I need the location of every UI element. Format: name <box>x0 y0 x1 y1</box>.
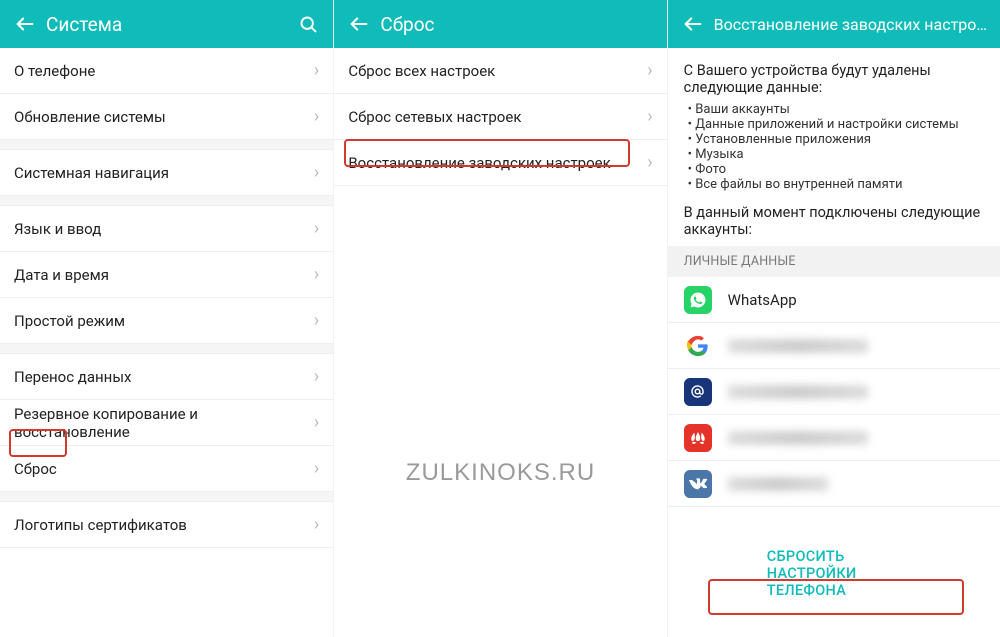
list-item-nav[interactable]: Системная навигация› <box>0 150 333 196</box>
divider <box>0 140 333 150</box>
list-item-update[interactable]: Обновление системы› <box>0 94 333 140</box>
list: О телефоне› Обновление системы› Системна… <box>0 48 333 637</box>
divider <box>0 344 333 354</box>
list-item-reset[interactable]: Сброс› <box>0 446 333 492</box>
appbar: Восстановление заводских настроек <box>668 0 1000 48</box>
pane-reset: Сброс Сброс всех настроек› Сброс сетевых… <box>333 0 666 637</box>
account-row-whatsapp[interactable]: WhatsApp <box>668 277 1000 323</box>
pane-factory-reset: Восстановление заводских настроек С Ваше… <box>667 0 1000 637</box>
account-name: WhatsApp <box>728 291 797 309</box>
back-button[interactable] <box>676 13 710 35</box>
back-button[interactable] <box>8 13 42 35</box>
list-item-reset-net[interactable]: Сброс сетевых настроек› <box>334 94 666 140</box>
account-name-blurred <box>728 477 828 491</box>
account-row-email[interactable] <box>668 369 1000 415</box>
chevron-right-icon: › <box>314 218 319 239</box>
bullet-list: Ваши аккаунты Данные приложений и настро… <box>684 102 984 192</box>
account-name-blurred <box>728 431 868 445</box>
chevron-right-icon: › <box>647 152 652 173</box>
chevron-right-icon: › <box>314 458 319 479</box>
account-row-vk[interactable] <box>668 461 1000 507</box>
section-header: ЛИЧНЫЕ ДАННЫЕ <box>668 246 1000 277</box>
bullet: Данные приложений и настройки системы <box>688 117 984 132</box>
warning-text: С Вашего устройства будут удалены следую… <box>668 48 1000 246</box>
list-item-simple[interactable]: Простой режим› <box>0 298 333 344</box>
chevron-right-icon: › <box>647 106 652 127</box>
search-icon <box>298 14 319 35</box>
list: Сброс всех настроек› Сброс сетевых настр… <box>334 48 666 637</box>
divider <box>0 196 333 206</box>
huawei-icon <box>684 424 712 452</box>
list-item-reset-all[interactable]: Сброс всех настроек› <box>334 48 666 94</box>
list-item-lang[interactable]: Язык и ввод› <box>0 206 333 252</box>
reset-phone-button[interactable]: СБРОСИТЬ НАСТРОЙКИ ТЕЛЕФОНА <box>751 538 917 609</box>
chevron-right-icon: › <box>314 412 319 433</box>
back-icon <box>14 13 36 35</box>
google-icon <box>684 332 712 360</box>
list-item-datetime[interactable]: Дата и время› <box>0 252 333 298</box>
list-item-factory-reset[interactable]: Восстановление заводских настроек› <box>334 140 666 186</box>
chevron-right-icon: › <box>314 106 319 127</box>
sub-text: В данный момент подключены следующие акк… <box>684 204 984 238</box>
list-item-backup[interactable]: Резервное копирование и восстановление› <box>0 400 333 446</box>
list-item-about[interactable]: О телефоне› <box>0 48 333 94</box>
watermark: ZULKINOKS.RU <box>406 459 595 487</box>
bullet: Установленные приложения <box>688 132 984 147</box>
at-icon <box>684 378 712 406</box>
bullet: Ваши аккаунты <box>688 102 984 117</box>
appbar: Система <box>0 0 333 48</box>
pane-system: Система О телефоне› Обновление системы› … <box>0 0 333 637</box>
chevron-right-icon: › <box>314 514 319 535</box>
search-button[interactable] <box>291 14 325 35</box>
page-title: Восстановление заводских настроек <box>710 15 992 34</box>
lead-text: С Вашего устройства будут удалены следую… <box>684 62 984 96</box>
chevron-right-icon: › <box>314 366 319 387</box>
vk-icon <box>684 470 712 498</box>
page-title: Сброс <box>376 13 658 36</box>
account-row-huawei[interactable] <box>668 415 1000 461</box>
list-item-cert[interactable]: Логотипы сертификатов› <box>0 502 333 548</box>
chevron-right-icon: › <box>314 60 319 81</box>
bullet: Музыка <box>688 147 984 162</box>
appbar: Сброс <box>334 0 666 48</box>
account-name-blurred <box>728 385 868 399</box>
bullet: Все файлы во внутренней памяти <box>688 177 984 192</box>
list-item-transfer[interactable]: Перенос данных› <box>0 354 333 400</box>
page-title: Система <box>42 13 291 36</box>
chevron-right-icon: › <box>647 60 652 81</box>
back-icon <box>348 13 370 35</box>
chevron-right-icon: › <box>314 310 319 331</box>
account-row-google[interactable] <box>668 323 1000 369</box>
back-icon <box>682 13 704 35</box>
chevron-right-icon: › <box>314 264 319 285</box>
back-button[interactable] <box>342 13 376 35</box>
whatsapp-icon <box>684 286 712 314</box>
account-name-blurred <box>728 339 868 353</box>
chevron-right-icon: › <box>314 162 319 183</box>
divider <box>0 492 333 502</box>
bullet: Фото <box>688 162 984 177</box>
